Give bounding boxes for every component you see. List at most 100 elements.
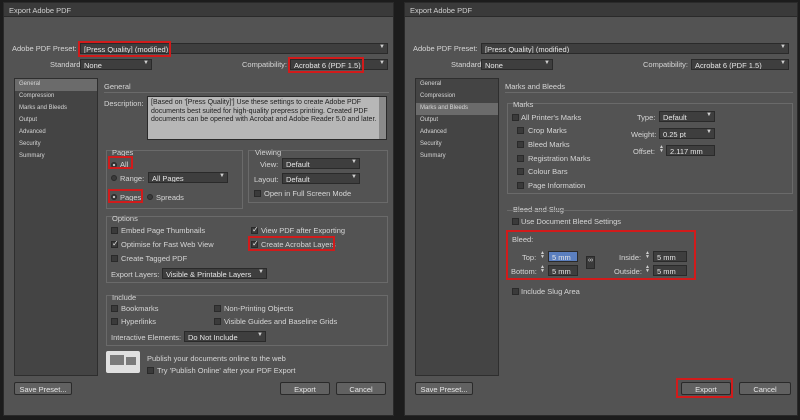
preset-select[interactable]: [Press Quality] (modified) ▼ bbox=[80, 43, 388, 54]
preset-select[interactable]: [Press Quality] (modified) ▼ bbox=[481, 43, 789, 54]
publish-try-checkbox[interactable] bbox=[147, 367, 154, 374]
save-preset-button[interactable]: Save Preset... bbox=[14, 382, 72, 395]
nav-advanced[interactable]: Advanced bbox=[416, 127, 498, 139]
view-after-checkbox[interactable] bbox=[251, 225, 259, 234]
top-stepper[interactable]: ▲ ▼ bbox=[540, 251, 546, 260]
bottom-stepper[interactable]: ▲ ▼ bbox=[540, 265, 546, 274]
standard-label: Standard: bbox=[50, 60, 83, 69]
nav-marks-bleeds[interactable]: Marks and Bleeds bbox=[416, 103, 498, 115]
section-title: General bbox=[104, 82, 131, 91]
compat-value: Acrobat 6 (PDF 1.5) bbox=[294, 61, 361, 70]
pages-title: Pages bbox=[112, 148, 134, 157]
cancel-button[interactable]: Cancel bbox=[336, 382, 386, 395]
compat-select[interactable]: Acrobat 6 (PDF 1.5) ▼ bbox=[691, 59, 789, 70]
registration-marks-checkbox[interactable] bbox=[517, 155, 524, 162]
viewing-title: Viewing bbox=[255, 148, 282, 157]
category-list: General Compression Marks and Bleeds Out… bbox=[415, 78, 499, 376]
save-preset-button[interactable]: Save Preset... bbox=[415, 382, 473, 395]
export-layers-select[interactable]: Visible & Printable Layers ▼ bbox=[162, 268, 267, 279]
nav-summary[interactable]: Summary bbox=[15, 151, 97, 163]
all-printers-marks-checkbox[interactable] bbox=[512, 114, 519, 121]
include-title: Include bbox=[112, 293, 137, 302]
preset-value: [Press Quality] (modified) bbox=[84, 45, 169, 54]
publish-text: Publish your documents online to the web bbox=[147, 354, 286, 363]
guides-checkbox[interactable] bbox=[214, 318, 221, 325]
nav-summary[interactable]: Summary bbox=[416, 151, 498, 163]
use-doc-bleed-label: Use Document Bleed Settings bbox=[521, 217, 622, 226]
top-label: Top: bbox=[522, 253, 537, 262]
standard-select[interactable]: None ▼ bbox=[481, 59, 553, 70]
chevron-down-icon: ▼ bbox=[780, 60, 786, 66]
export-button[interactable]: Export bbox=[280, 382, 330, 395]
pages-radio[interactable] bbox=[111, 194, 117, 200]
outside-input[interactable]: 5 mm bbox=[653, 265, 687, 276]
chain-link-icon[interactable]: ∞ bbox=[586, 256, 595, 269]
use-doc-bleed-checkbox[interactable] bbox=[512, 218, 519, 225]
optimise-label: Optimise for Fast Web View bbox=[121, 240, 214, 249]
range-select[interactable]: All Pages ▼ bbox=[148, 172, 228, 183]
outside-label: Outside: bbox=[614, 267, 642, 276]
crop-marks-checkbox[interactable] bbox=[517, 127, 524, 134]
outside-stepper[interactable]: ▲ ▼ bbox=[645, 265, 651, 274]
bottom-input[interactable]: 5 mm bbox=[548, 265, 578, 276]
range-radio[interactable] bbox=[111, 175, 117, 181]
standard-select[interactable]: None ▼ bbox=[80, 59, 152, 70]
interactive-select[interactable]: Do Not Include ▼ bbox=[184, 331, 266, 342]
embed-thumbs-label: Embed Page Thumbnails bbox=[121, 226, 206, 235]
nav-compression[interactable]: Compression bbox=[416, 91, 498, 103]
bookmarks-checkbox[interactable] bbox=[111, 305, 118, 312]
fullscreen-checkbox[interactable] bbox=[254, 190, 261, 197]
page-info-checkbox[interactable] bbox=[517, 182, 524, 189]
export-pdf-dialog-general: Export Adobe PDF Adobe PDF Preset: [Pres… bbox=[3, 2, 394, 416]
weight-select[interactable]: 0.25 pt ▼ bbox=[659, 128, 715, 139]
preset-label: Adobe PDF Preset: bbox=[413, 44, 478, 53]
category-list: General Compression Marks and Bleeds Out… bbox=[14, 78, 98, 376]
hyperlinks-checkbox[interactable] bbox=[111, 318, 118, 325]
compat-select[interactable]: Acrobat 6 (PDF 1.5) ▼ bbox=[290, 59, 388, 70]
cancel-button[interactable]: Cancel bbox=[739, 382, 791, 395]
export-layers-label: Export Layers: bbox=[111, 270, 160, 279]
offset-input[interactable]: 2.117 mm bbox=[666, 145, 715, 156]
type-select[interactable]: Default ▼ bbox=[659, 111, 715, 122]
nav-general[interactable]: General bbox=[416, 79, 498, 91]
export-button[interactable]: Export bbox=[681, 382, 731, 395]
nav-security[interactable]: Security bbox=[416, 139, 498, 151]
nav-general[interactable]: General bbox=[15, 79, 97, 91]
description-box[interactable]: [Based on '[Press Quality]'] Use these s… bbox=[147, 96, 387, 140]
acrobat-layers-checkbox[interactable] bbox=[251, 239, 259, 248]
chevron-down-icon: ▼ bbox=[257, 332, 263, 338]
colour-bars-checkbox[interactable] bbox=[517, 168, 524, 175]
optimise-checkbox[interactable] bbox=[111, 239, 119, 248]
bleed-marks-checkbox[interactable] bbox=[517, 141, 524, 148]
all-printers-marks-label: All Printer's Marks bbox=[521, 113, 582, 122]
chevron-down-icon: ▼ bbox=[544, 60, 550, 66]
nav-compression[interactable]: Compression bbox=[15, 91, 97, 103]
chevron-down-icon: ▼ bbox=[351, 159, 357, 165]
include-slug-label: Include Slug Area bbox=[521, 287, 580, 296]
include-slug-checkbox[interactable] bbox=[512, 288, 519, 295]
type-value: Default bbox=[663, 113, 687, 122]
view-select[interactable]: Default ▼ bbox=[282, 158, 360, 169]
range-value: All Pages bbox=[152, 174, 184, 183]
all-radio[interactable] bbox=[111, 162, 117, 168]
description-scrollbar[interactable] bbox=[379, 97, 386, 139]
inside-label: Inside: bbox=[619, 253, 642, 262]
inside-stepper[interactable]: ▲ ▼ bbox=[645, 251, 651, 260]
tagged-checkbox[interactable] bbox=[111, 255, 118, 262]
non-printing-checkbox[interactable] bbox=[214, 305, 221, 312]
nav-output[interactable]: Output bbox=[416, 115, 498, 127]
view-label: View: bbox=[260, 160, 279, 169]
nav-marks-bleeds[interactable]: Marks and Bleeds bbox=[15, 103, 97, 115]
embed-thumbs-checkbox[interactable] bbox=[111, 227, 118, 234]
nav-security[interactable]: Security bbox=[15, 139, 97, 151]
spreads-radio[interactable] bbox=[147, 194, 153, 200]
layout-select[interactable]: Default ▼ bbox=[282, 173, 360, 184]
nav-advanced[interactable]: Advanced bbox=[15, 127, 97, 139]
offset-stepper[interactable]: ▲ ▼ bbox=[659, 145, 665, 154]
nav-output[interactable]: Output bbox=[15, 115, 97, 127]
non-printing-label: Non-Printing Objects bbox=[224, 304, 294, 313]
inside-input[interactable]: 5 mm bbox=[653, 251, 687, 262]
chevron-down-icon: ▼ bbox=[780, 44, 786, 50]
top-input[interactable]: 5 mm bbox=[548, 251, 578, 262]
range-label: Range: bbox=[120, 174, 145, 183]
